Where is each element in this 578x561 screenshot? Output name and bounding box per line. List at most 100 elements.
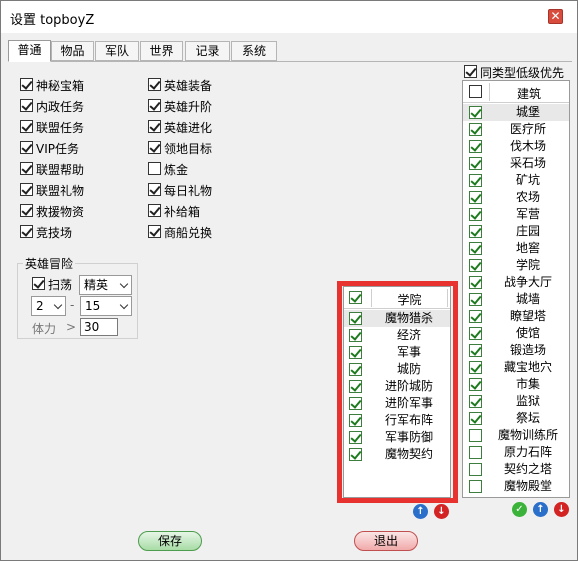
chevron-down-icon <box>53 300 63 310</box>
row-checkbox[interactable] <box>469 174 482 187</box>
row-checkbox[interactable] <box>469 412 482 425</box>
option-checkbox[interactable] <box>20 183 33 196</box>
row-label: 锻造场 <box>509 343 546 357</box>
option-label: 英雄升阶 <box>164 100 213 114</box>
sweep-checkbox[interactable] <box>32 277 45 290</box>
building-row[interactable]: 魔物殿堂 <box>463 478 569 495</box>
option-label: VIP任务 <box>36 142 79 156</box>
option-checkbox[interactable] <box>20 120 33 133</box>
save-button[interactable]: 保存 <box>138 531 202 551</box>
row-checkbox[interactable] <box>469 259 482 272</box>
building-row[interactable]: 农场 <box>463 189 569 206</box>
row-checkbox[interactable] <box>469 276 482 289</box>
building-row[interactable]: 市集 <box>463 376 569 393</box>
option-checkbox[interactable] <box>20 162 33 175</box>
building-row[interactable]: 战争大厅 <box>463 274 569 291</box>
move-down-icon[interactable]: ↓ <box>554 502 569 517</box>
building-select-all-checkbox[interactable] <box>469 85 482 98</box>
row-checkbox[interactable] <box>469 310 482 323</box>
row-checkbox[interactable] <box>469 395 482 408</box>
building-row[interactable]: 瞭望塔 <box>463 308 569 325</box>
building-row[interactable]: 城墙 <box>463 291 569 308</box>
row-checkbox[interactable] <box>469 378 482 391</box>
option-checkbox[interactable] <box>148 99 161 112</box>
row-checkbox[interactable] <box>469 191 482 204</box>
option-checkbox[interactable] <box>20 99 33 112</box>
row-checkbox[interactable] <box>469 344 482 357</box>
building-row[interactable]: 地窖 <box>463 240 569 257</box>
option-label: 联盟任务 <box>36 121 85 135</box>
building-row[interactable]: 学院 <box>463 257 569 274</box>
row-checkbox[interactable] <box>469 225 482 238</box>
row-checkbox[interactable] <box>469 242 482 255</box>
building-row[interactable]: 医疗所 <box>463 121 569 138</box>
building-row[interactable]: 伐木场 <box>463 138 569 155</box>
option-checkbox[interactable] <box>148 141 161 154</box>
building-row[interactable]: 藏宝地穴 <box>463 359 569 376</box>
building-row[interactable]: 城堡 <box>463 104 569 121</box>
option-label: 英雄装备 <box>164 79 213 93</box>
confirm-icon[interactable]: ✓ <box>512 502 527 517</box>
row-checkbox[interactable] <box>469 327 482 340</box>
option-label: 英雄进化 <box>164 121 213 135</box>
row-checkbox[interactable] <box>469 123 482 136</box>
building-row[interactable]: 军营 <box>463 206 569 223</box>
option-checkbox[interactable] <box>20 141 33 154</box>
option-checkbox[interactable] <box>20 204 33 217</box>
row-checkbox[interactable] <box>469 361 482 374</box>
building-row[interactable]: 监狱 <box>463 393 569 410</box>
building-row[interactable]: 采石场 <box>463 155 569 172</box>
building-row[interactable]: 祭坛 <box>463 410 569 427</box>
mode-select[interactable]: 精英 <box>79 275 132 295</box>
row-checkbox[interactable] <box>469 106 482 119</box>
building-row[interactable]: 锻造场 <box>463 342 569 359</box>
option-label: 每日礼物 <box>164 184 213 198</box>
prefer-low-level-checkbox[interactable] <box>464 65 477 78</box>
row-checkbox[interactable] <box>469 463 482 476</box>
row-label: 学院 <box>515 258 540 272</box>
option-checkbox[interactable] <box>148 162 161 175</box>
option-checkbox[interactable] <box>148 204 161 217</box>
option-checkbox[interactable] <box>148 78 161 91</box>
tab-system[interactable]: 系统 <box>231 41 277 61</box>
stamina-input[interactable]: 30 <box>80 318 118 336</box>
building-row[interactable]: 使馆 <box>463 325 569 342</box>
tab-log[interactable]: 记录 <box>185 41 230 61</box>
row-label: 使馆 <box>515 326 540 340</box>
tab-general[interactable]: 普通 <box>8 40 51 62</box>
building-row[interactable]: 矿坑 <box>463 172 569 189</box>
option-checkbox[interactable] <box>148 120 161 133</box>
building-row[interactable]: 原力石阵 <box>463 444 569 461</box>
option-checkbox[interactable] <box>20 225 33 238</box>
stage-value: 15 <box>85 299 101 313</box>
row-checkbox[interactable] <box>469 293 482 306</box>
building-row[interactable]: 魔物训练所 <box>463 427 569 444</box>
chapter-select[interactable]: 2 <box>31 296 66 316</box>
move-up-icon[interactable]: ↑ <box>413 504 428 519</box>
move-up-icon[interactable]: ↑ <box>533 502 548 517</box>
chapter-value: 2 <box>36 299 44 313</box>
option-label: 商船兑换 <box>164 226 213 240</box>
building-row[interactable]: 庄园 <box>463 223 569 240</box>
range-dash: - <box>70 298 75 312</box>
row-label: 矿坑 <box>515 173 540 187</box>
move-down-icon[interactable]: ↓ <box>434 504 449 519</box>
row-checkbox[interactable] <box>469 140 482 153</box>
option-label: 联盟礼物 <box>36 184 85 198</box>
option-checkbox[interactable] <box>20 78 33 91</box>
row-checkbox[interactable] <box>469 429 482 442</box>
option-checkbox[interactable] <box>148 225 161 238</box>
stage-select[interactable]: 15 <box>80 296 132 316</box>
row-label: 城墙 <box>515 292 540 306</box>
tab-world[interactable]: 世界 <box>140 41 183 61</box>
tab-items[interactable]: 物品 <box>51 41 94 61</box>
row-checkbox[interactable] <box>469 157 482 170</box>
row-checkbox[interactable] <box>469 480 482 493</box>
building-row[interactable]: 契约之塔 <box>463 461 569 478</box>
tab-army[interactable]: 军队 <box>95 41 139 61</box>
exit-button[interactable]: 退出 <box>354 531 418 551</box>
option-checkbox[interactable] <box>148 183 161 196</box>
row-checkbox[interactable] <box>469 208 482 221</box>
close-button[interactable]: ✕ <box>548 9 563 24</box>
row-checkbox[interactable] <box>469 446 482 459</box>
